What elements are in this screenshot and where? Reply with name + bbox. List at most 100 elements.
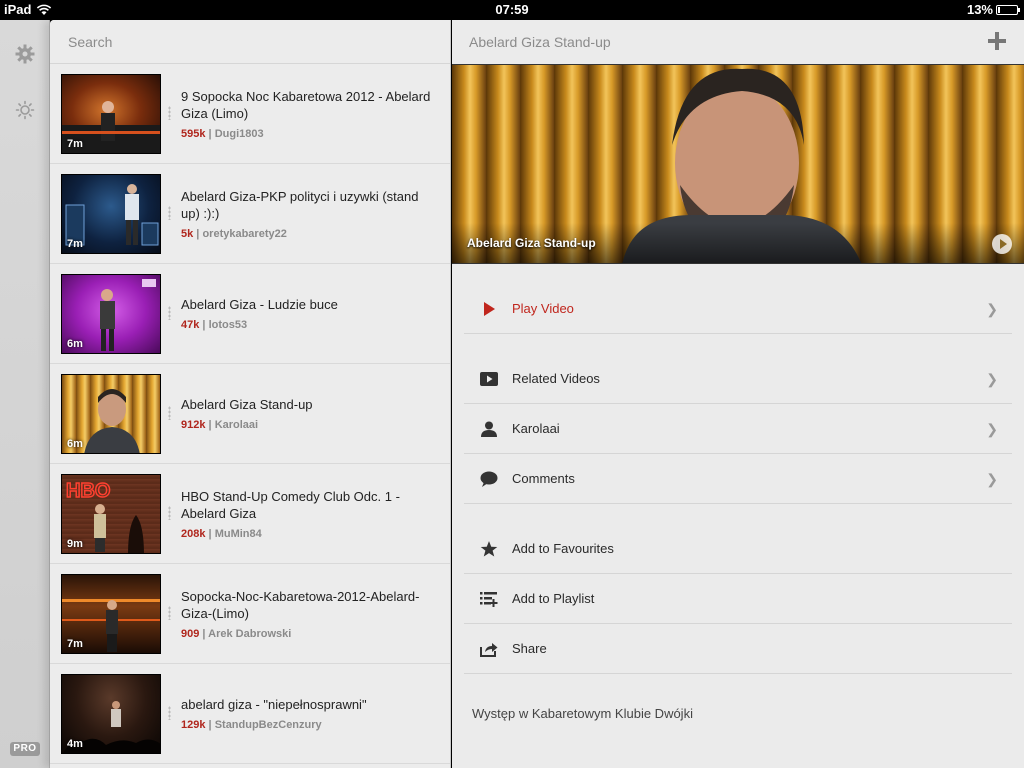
comments-label: Comments: [512, 471, 575, 486]
chevron-right-icon: ❯: [986, 301, 998, 317]
left-rail: PRO: [0, 20, 50, 768]
video-title: Abelard Giza - Ludzie buce: [181, 297, 338, 312]
video-views: 909: [181, 628, 200, 640]
drag-handle-icon[interactable]: [168, 406, 171, 420]
video-title: Abelard Giza-PKP polityci i uzywki (stan…: [181, 189, 419, 221]
video-list-item[interactable]: 6m Abelard Giza - Ludzie buce 47k | loto…: [50, 264, 450, 364]
app-root: iPad 07:59 13% PRO Search 7m 9 Sopocka N…: [0, 0, 1024, 768]
detail-header: Abelard Giza Stand-up: [452, 20, 1024, 64]
video-title-block: Abelard Giza - Ludzie buce 47k | lotos53: [181, 296, 439, 334]
video-list-item[interactable]: 7m 9 Sopocka Noc Kabaretowa 2012 - Abela…: [50, 64, 450, 164]
video-author: oretykabarety22: [202, 228, 287, 240]
battery-icon: [996, 4, 1020, 15]
video-thumbnail: 6m: [61, 274, 161, 354]
author-label: Karolaai: [512, 421, 560, 436]
video-list-item[interactable]: 6m Abelard Giza Stand-up 912k | Karolaai: [50, 364, 450, 464]
video-thumbnail: 7m: [61, 174, 161, 254]
add-to-playlist-button[interactable]: Add to Playlist: [464, 574, 1012, 624]
video-list-item[interactable]: HBO 9m HBO Stand-Up Comedy Club Odc. 1 -…: [50, 464, 450, 564]
add-to-favourites-button[interactable]: Add to Favourites: [464, 524, 1012, 574]
video-duration: 6m: [67, 438, 83, 450]
hero-title: Abelard Giza Stand-up: [467, 236, 596, 250]
share-icon: [479, 639, 499, 659]
video-author: Karolaai: [214, 419, 259, 431]
video-list-item[interactable]: 7m Abelard Giza-PKP polityci i uzywki (s…: [50, 164, 450, 264]
chevron-right-icon: ❯: [986, 421, 998, 437]
video-thumbnail: 6m: [61, 374, 161, 454]
video-title-block: Abelard Giza-PKP polityci i uzywki (stan…: [181, 188, 439, 243]
video-duration: 6m: [67, 338, 83, 350]
status-bar: iPad 07:59 13%: [0, 0, 1024, 20]
drag-handle-icon[interactable]: [168, 706, 171, 720]
related-videos-button[interactable]: Related Videos ❯: [464, 354, 1012, 404]
brightness-icon[interactable]: [13, 98, 37, 122]
video-title: abelard giza - "niepełnosprawni": [181, 697, 367, 712]
video-title: 9 Sopocka Noc Kabaretowa 2012 - Abelard …: [181, 89, 431, 121]
drag-handle-icon[interactable]: [168, 306, 171, 320]
video-author: Arek Dabrowski: [208, 628, 292, 640]
video-title-block: Sopocka-Noc-Kabaretowa-2012-Abelard-Giza…: [181, 588, 439, 643]
video-title: Abelard Giza Stand-up: [181, 397, 313, 412]
video-duration: 7m: [67, 138, 83, 150]
status-time: 07:59: [495, 2, 529, 17]
video-list-item[interactable]: 4m abelard giza - "niepełnosprawni" 129k…: [50, 664, 450, 764]
drag-handle-icon[interactable]: [168, 206, 171, 220]
video-duration: 7m: [67, 238, 83, 250]
video-title-block: HBO Stand-Up Comedy Club Odc. 1 - Abelar…: [181, 488, 439, 543]
video-author: MuMin84: [214, 528, 262, 540]
video-duration: 7m: [67, 638, 83, 650]
battery-percent: 13%: [966, 2, 993, 17]
video-title: HBO Stand-Up Comedy Club Odc. 1 - Abelar…: [181, 489, 400, 521]
video-icon: [479, 369, 499, 389]
play-video-label: Play Video: [512, 301, 574, 316]
video-list-pane: Search 7m 9 Sopocka Noc Kabaretowa 2012 …: [50, 20, 451, 768]
video-description: Występ w Kabaretowym Klubie Dwójki: [472, 706, 693, 721]
video-author: StandupBezCenzury: [214, 719, 322, 731]
gear-icon[interactable]: [13, 42, 37, 66]
video-meta: 909 | Arek Dabrowski: [181, 628, 292, 640]
video-views: 208k: [181, 528, 206, 540]
video-views: 129k: [181, 719, 206, 731]
video-views: 5k: [181, 228, 194, 240]
star-icon: [479, 539, 499, 559]
play-video-button[interactable]: Play Video ❯: [464, 284, 1012, 334]
video-title: Sopocka-Noc-Kabaretowa-2012-Abelard-Giza…: [181, 589, 420, 621]
drag-handle-icon[interactable]: [168, 606, 171, 620]
hero-caption: Abelard Giza Stand-up: [452, 223, 1024, 263]
video-duration: 9m: [67, 538, 83, 550]
related-videos-label: Related Videos: [512, 371, 600, 386]
video-thumbnail: 7m: [61, 74, 161, 154]
drag-handle-icon[interactable]: [168, 106, 171, 120]
share-button[interactable]: Share: [464, 624, 1012, 674]
drag-handle-icon[interactable]: [168, 506, 171, 520]
info-group: Related Videos ❯ Karolaai ❯ Comments ❯: [464, 354, 1012, 504]
detail-title: Abelard Giza Stand-up: [469, 34, 611, 50]
video-meta: 912k | Karolaai: [181, 419, 259, 431]
video-title-block: 9 Sopocka Noc Kabaretowa 2012 - Abelard …: [181, 88, 439, 143]
add-to-playlist-label: Add to Playlist: [512, 591, 595, 606]
play-circle-icon[interactable]: [992, 234, 1012, 254]
video-meta: 208k | MuMin84: [181, 528, 262, 540]
author-button[interactable]: Karolaai ❯: [464, 404, 1012, 454]
plus-icon[interactable]: [988, 32, 1006, 50]
battery-fill: [998, 6, 1001, 13]
speech-bubble-icon: [479, 469, 499, 489]
status-right: 13%: [966, 2, 1020, 17]
search-input[interactable]: Search: [50, 20, 450, 64]
comments-button[interactable]: Comments ❯: [464, 454, 1012, 504]
chevron-right-icon: ❯: [986, 371, 998, 387]
video-views: 595k: [181, 128, 206, 140]
video-meta: 129k | StandupBezCenzury: [181, 719, 322, 731]
play-icon: [479, 299, 499, 319]
video-detail-pane: Abelard Giza Stand-up Abelard Giza Stand…: [452, 20, 1024, 768]
video-title-block: abelard giza - "niepełnosprawni" 129k | …: [181, 696, 439, 734]
chevron-right-icon: ❯: [986, 471, 998, 487]
video-preview[interactable]: Abelard Giza Stand-up: [452, 64, 1024, 264]
playlist-add-icon: [479, 589, 499, 609]
video-thumbnail: 7m: [61, 574, 161, 654]
video-author: Dugi1803: [214, 128, 264, 140]
video-meta: 5k | oretykabarety22: [181, 228, 287, 240]
pro-badge[interactable]: PRO: [10, 742, 40, 756]
video-list-item[interactable]: 7m Sopocka-Noc-Kabaretowa-2012-Abelard-G…: [50, 564, 450, 664]
add-to-favourites-label: Add to Favourites: [512, 541, 614, 556]
